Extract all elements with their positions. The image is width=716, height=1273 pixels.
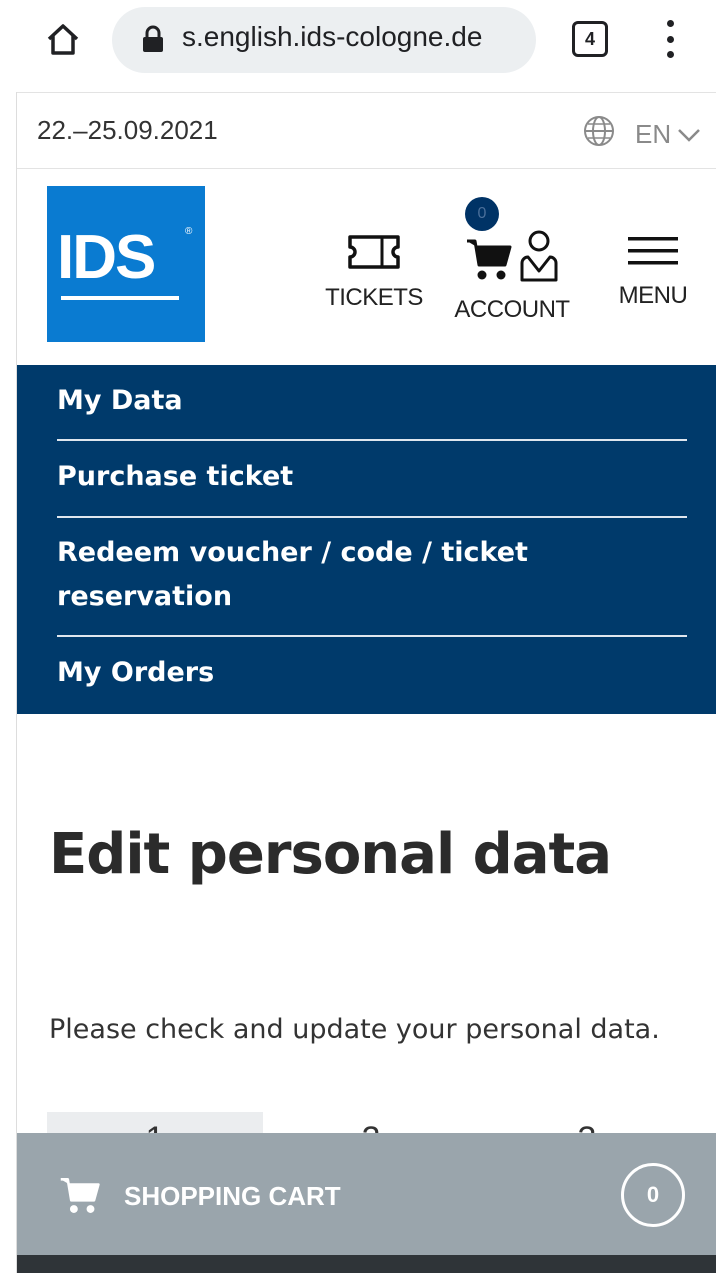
nav-account-label: ACCOUNT: [454, 296, 570, 323]
home-icon[interactable]: [40, 16, 86, 62]
subnav-item-purchase-ticket[interactable]: Purchase ticket: [57, 455, 687, 499]
registered-mark: ®: [185, 226, 193, 237]
footer-strip: [17, 1255, 716, 1273]
logo-text: IDS: [57, 223, 156, 292]
nav-tickets[interactable]: TICKETS: [325, 233, 423, 312]
web-page: 22.–25.09.2021 EN IDS ® TICKETS ACCOUNT …: [16, 92, 716, 1273]
language-selector[interactable]: EN: [583, 115, 701, 154]
account-subnav: My Data Purchase ticket Redeem voucher /…: [17, 365, 716, 714]
cart-icon: [465, 235, 513, 288]
hamburger-menu-icon: [626, 233, 680, 274]
subnav-item-redeem-voucher[interactable]: Redeem voucher / code / ticket reservati…: [57, 531, 687, 619]
ids-logo[interactable]: IDS ®: [47, 186, 205, 342]
chevron-down-icon: [677, 119, 701, 150]
lock-icon: [142, 25, 164, 58]
subnav-divider: [57, 439, 687, 441]
nav-menu-label: MENU: [618, 282, 688, 309]
shopping-cart-bar[interactable]: SHOPPING CART 0: [17, 1133, 716, 1255]
shopping-cart-count: 0: [621, 1163, 685, 1227]
language-label: EN: [635, 119, 672, 149]
subnav-item-my-orders[interactable]: My Orders: [57, 651, 687, 695]
overflow-menu-icon[interactable]: [655, 16, 685, 62]
event-date-bar: 22.–25.09.2021 EN: [17, 92, 716, 169]
shopping-cart-label: SHOPPING CART: [124, 1181, 341, 1211]
user-icon: [519, 229, 559, 288]
subnav-item-my-data[interactable]: My Data: [57, 379, 687, 423]
page-title: Edit personal data: [49, 822, 612, 887]
shopping-cart-icon: [59, 1174, 101, 1221]
url-text: s.english.ids-cologne.de: [182, 21, 483, 52]
nav-menu[interactable]: MENU: [613, 233, 693, 310]
subnav-divider: [57, 516, 687, 518]
address-bar[interactable]: s.english.ids-cologne.de: [112, 7, 536, 73]
ticket-icon: [347, 233, 401, 276]
tab-switcher-button[interactable]: 4: [572, 21, 608, 57]
subnav-divider: [57, 635, 687, 637]
nav-tickets-label: TICKETS: [325, 284, 423, 311]
intro-text: Please check and update your personal da…: [49, 1014, 660, 1045]
globe-icon: [583, 115, 615, 154]
browser-toolbar: s.english.ids-cologne.de 4: [0, 0, 716, 92]
event-dates: 22.–25.09.2021: [37, 115, 218, 145]
site-header: IDS ® TICKETS ACCOUNT 0 MENU: [17, 169, 716, 365]
logo-underline: [61, 296, 179, 300]
tab-count: 4: [584, 28, 595, 49]
cart-count-badge: 0: [465, 197, 499, 231]
